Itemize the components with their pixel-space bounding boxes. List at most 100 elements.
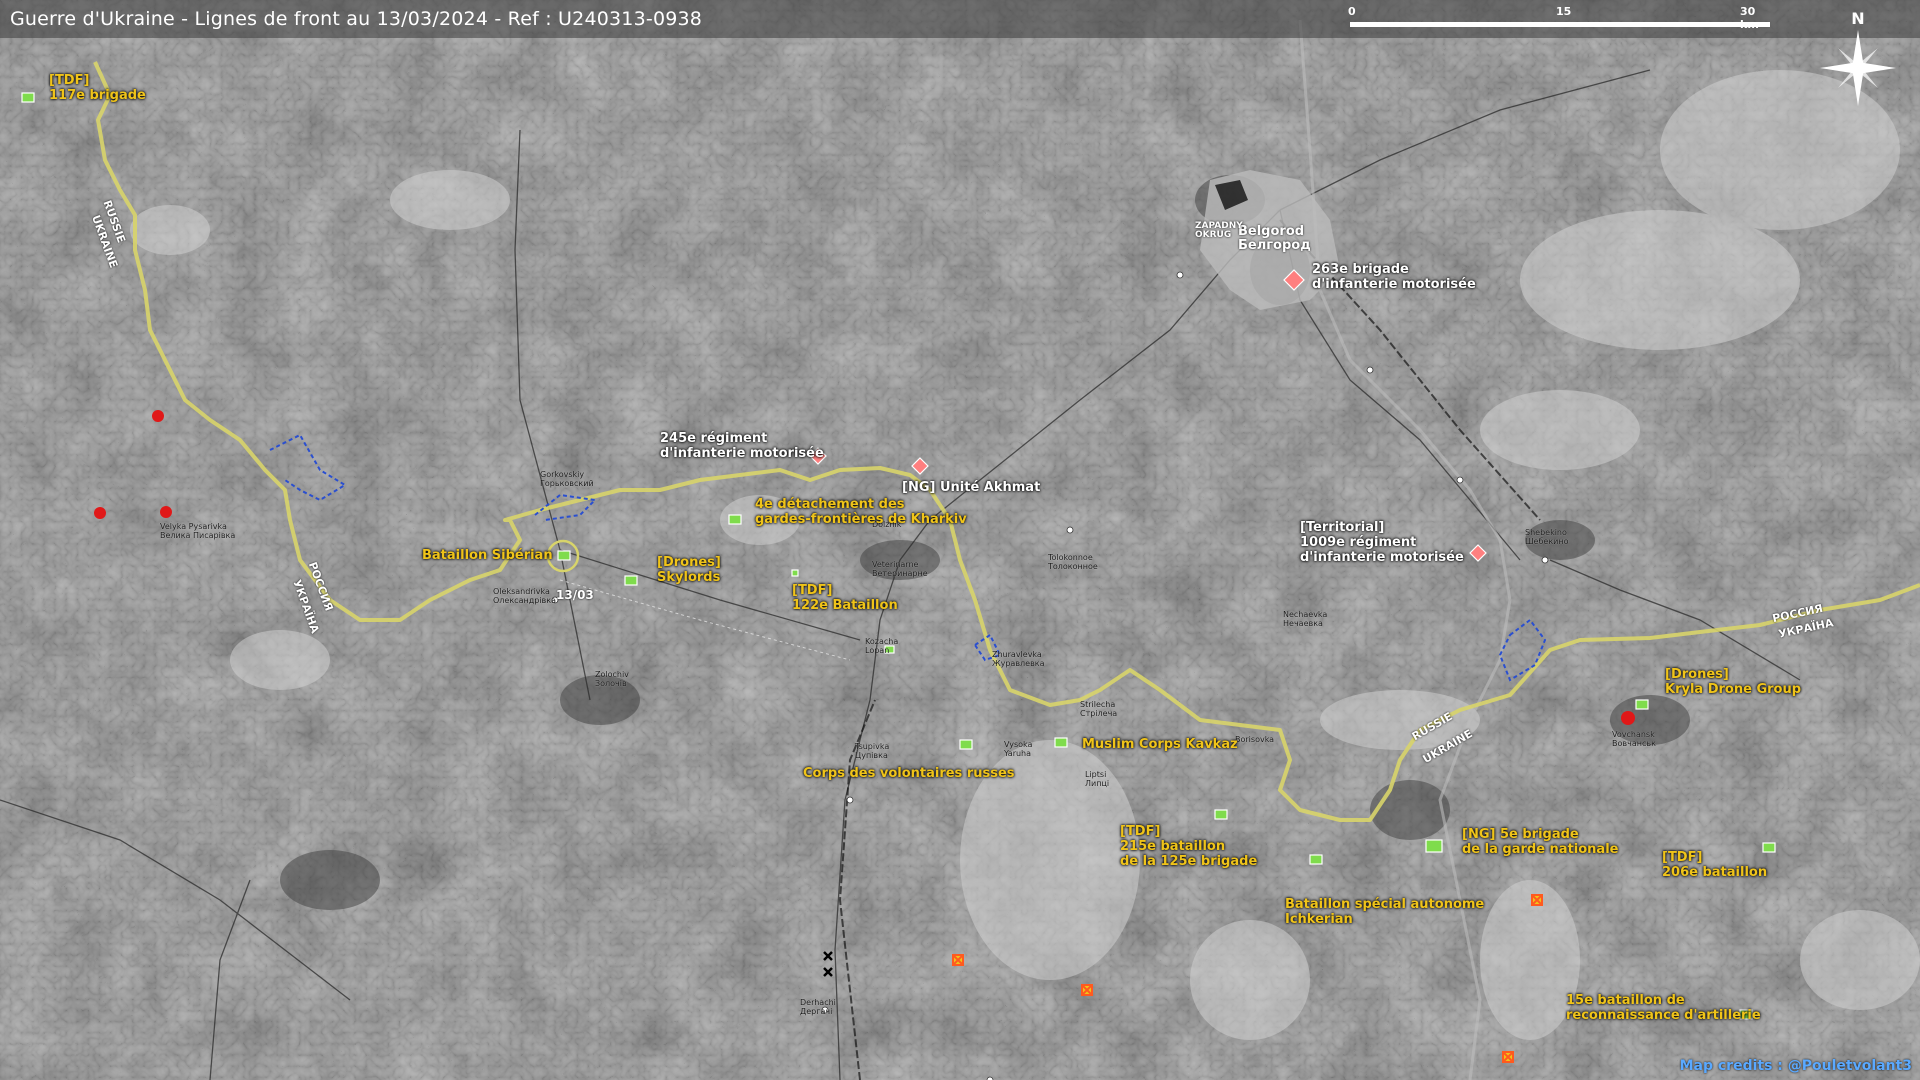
scale-end: 30 km bbox=[1740, 5, 1759, 31]
scale-zero: 0 bbox=[1348, 5, 1356, 18]
place-nechaevka-cyrillic: Нечаевка bbox=[1283, 619, 1323, 628]
ukraine-unit-icon bbox=[1054, 737, 1068, 748]
map-stage: Guerre d'Ukraine - Lignes de front au 13… bbox=[0, 0, 1920, 1080]
place-veterinarne: Veterinarne Ветеринарне bbox=[872, 560, 928, 578]
place-zhuravlevka-latin: Zhuravlevka bbox=[992, 650, 1042, 659]
unit-1009-line1: [Territorial] bbox=[1300, 520, 1385, 535]
unit-tdf-117-line2: 117e brigade bbox=[49, 88, 146, 103]
unit-label-tdf-117: [TDF] 117e brigade bbox=[49, 73, 146, 103]
map-canvas bbox=[0, 0, 1920, 1080]
unit-label-4e-detachement: 4e détachement des gardes-frontières de … bbox=[755, 497, 967, 527]
place-strilecha-cyrillic: Стрілеча bbox=[1080, 709, 1118, 718]
place-tolokonnoe-latin: Tolokonnoe bbox=[1048, 553, 1093, 562]
place-vovchansk: Vovchansk Вовчанськ bbox=[1612, 730, 1656, 748]
place-tsupivka: Tsupivka Цупівка bbox=[855, 742, 889, 760]
unit-tdf-215-line2: 215e bataillon bbox=[1120, 839, 1226, 854]
place-tolokonnoe-cyrillic: Толоконное bbox=[1048, 562, 1098, 571]
place-vovchansk-cyrillic: Вовчанськ bbox=[1612, 739, 1656, 748]
place-vysoka-2: Yaruha bbox=[1004, 749, 1032, 758]
place-strilecha-latin: Strilecha bbox=[1080, 700, 1116, 709]
place-zolochiv: Zolochiv Золочів bbox=[595, 670, 629, 688]
place-nechaevka: Nechaevka Нечаевка bbox=[1283, 610, 1327, 628]
place-lyptsi-latin: Liptsi bbox=[1085, 770, 1107, 779]
explosion-icon bbox=[952, 954, 964, 966]
unit-label-bataillon-ichkerian: Bataillon spécial autonome Ichkerian bbox=[1285, 897, 1484, 927]
place-zolochiv-cyrillic: Золочів bbox=[595, 679, 627, 688]
ukraine-unit-icon bbox=[959, 739, 973, 750]
place-zapadny-2: OKRUG bbox=[1195, 230, 1232, 240]
unit-label-territorial-1009: [Territorial] 1009e régiment d'infanteri… bbox=[1300, 520, 1464, 565]
unit-1009-line2: 1009e régiment bbox=[1300, 535, 1417, 550]
place-borisovka-latin: Borisovka bbox=[1235, 735, 1275, 744]
place-veterinarne-latin: Veterinarne bbox=[872, 560, 919, 569]
unit-245e-line1: 245e régiment bbox=[660, 431, 768, 446]
unit-ng5e-line1: [NG] 5e brigade bbox=[1462, 827, 1579, 842]
place-tolokonnoe: Tolokonnoe Толоконное bbox=[1048, 553, 1098, 571]
unit-tdf-122-line2: 122e Bataillon bbox=[792, 598, 898, 613]
unit-label-muslim-corps: Muslim Corps Kavkaz bbox=[1082, 737, 1238, 752]
compass-rose-icon: N bbox=[1808, 8, 1918, 118]
place-tsupivka-latin: Tsupivka bbox=[855, 742, 890, 751]
unit-ichkerian-line1: Bataillon spécial autonome bbox=[1285, 897, 1485, 912]
unit-label-15e-bataillon: 15e bataillon de reconnaissance d'artill… bbox=[1566, 993, 1761, 1023]
unit-label-drones-kryla: [Drones] Kryla Drone Group bbox=[1665, 667, 1801, 697]
unit-label-tdf-122: [TDF] 122e Bataillon bbox=[792, 583, 898, 613]
ukraine-unit-icon bbox=[1425, 839, 1443, 853]
unit-label-corps-volontaires: Corps des volontaires russes bbox=[803, 766, 1015, 781]
place-dergachi-latin: Derhachi bbox=[800, 998, 836, 1007]
explosion-icon bbox=[1531, 894, 1543, 906]
unit-label-245e-regiment: 245e régiment d'infanterie motorisée bbox=[660, 431, 824, 461]
unit-tdf-206-line1: [TDF] bbox=[1662, 850, 1703, 865]
place-lyptsi: Liptsi Липці bbox=[1085, 770, 1109, 788]
place-dergachi: Derhachi Дергачі bbox=[800, 998, 836, 1016]
place-velyka-pysarivka: Velyka Pysarivka Велика Писарівка bbox=[160, 522, 235, 540]
unit-kryla-line2: Kryla Drone Group bbox=[1665, 682, 1802, 697]
unit-label-tdf-215: [TDF] 215e bataillon de la 125e brigade bbox=[1120, 824, 1257, 869]
unit-muslim-line1: Muslim Corps Kavkaz bbox=[1082, 737, 1238, 752]
unit-skylords-line1: [Drones] bbox=[657, 555, 721, 570]
unit-263e-line2: d'infanterie motorisée bbox=[1312, 277, 1476, 292]
unit-4e-line2: gardes-frontières de Kharkiv bbox=[755, 512, 967, 527]
ukraine-unit-icon bbox=[557, 550, 571, 561]
ukraine-unit-icon bbox=[1214, 809, 1228, 820]
unit-tdf-122-line1: [TDF] bbox=[792, 583, 833, 598]
unit-label-ng-5e: [NG] 5e brigade de la garde nationale bbox=[1462, 827, 1618, 857]
ukraine-unit-icon bbox=[791, 569, 799, 577]
place-velyka-latin: Velyka Pysarivka bbox=[160, 522, 227, 531]
place-zhuravlevka: Zhuravlevka Журавлевка bbox=[992, 650, 1045, 668]
scale-line bbox=[1350, 22, 1770, 27]
place-kozacha-lopan: Kozacha Lopan bbox=[865, 637, 898, 655]
terrain-fine bbox=[0, 0, 1920, 1080]
place-borisovka: Borisovka bbox=[1235, 735, 1274, 744]
place-vysoka-1: Vysoka bbox=[1004, 740, 1033, 749]
ukraine-unit-icon bbox=[21, 92, 35, 103]
place-shebekino-latin: Shebekino bbox=[1525, 528, 1567, 537]
unit-label-bataillon-siberian: Bataillon Sibérian bbox=[422, 548, 553, 563]
place-vysoka-yaruha: Vysoka Yaruha bbox=[1004, 740, 1032, 758]
unit-kryla-line1: [Drones] bbox=[1665, 667, 1729, 682]
strike-dot bbox=[152, 410, 164, 422]
unit-tdf-117-line1: [TDF] bbox=[49, 73, 90, 88]
place-oleksandrivka-latin: Oleksandrivka bbox=[493, 587, 550, 596]
place-dergachi-cyrillic: Дергачі bbox=[800, 1007, 833, 1016]
place-velyka-cyrillic: Велика Писарівка bbox=[160, 531, 236, 540]
place-gorkovskiy-latin: Gorkovskiy bbox=[540, 470, 585, 479]
unit-label-drones-skylords: [Drones] Skylords bbox=[657, 555, 721, 585]
place-shebekino-cyrillic: Шебекино bbox=[1525, 537, 1569, 546]
place-belgorod-cyrillic: Белгород bbox=[1238, 238, 1311, 253]
map-title: Guerre d'Ukraine - Lignes de front au 13… bbox=[10, 8, 703, 30]
place-nechaevka-latin: Nechaevka bbox=[1283, 610, 1328, 619]
explosion-icon bbox=[1502, 1051, 1514, 1063]
place-belgorod-latin: Belgorod bbox=[1238, 224, 1305, 239]
unit-ng5e-line2: de la garde nationale bbox=[1462, 842, 1619, 857]
strike-dot bbox=[94, 507, 106, 519]
title-bar: Guerre d'Ukraine - Lignes de front au 13… bbox=[0, 0, 1920, 38]
place-zolochiv-latin: Zolochiv bbox=[595, 670, 629, 679]
unit-245e-line2: d'infanterie motorisée bbox=[660, 446, 824, 461]
place-tsupivka-cyrillic: Цупівка bbox=[855, 751, 888, 760]
place-vovchansk-latin: Vovchansk bbox=[1612, 730, 1655, 739]
unit-label-tdf-206: [TDF] 206e bataillon bbox=[1662, 850, 1767, 880]
ukraine-unit-icon bbox=[624, 575, 638, 586]
place-oleksandrivka-cyrillic: Олександрівка bbox=[493, 596, 556, 605]
place-oleksandrivka: Oleksandrivka Олександрівка bbox=[493, 587, 556, 605]
